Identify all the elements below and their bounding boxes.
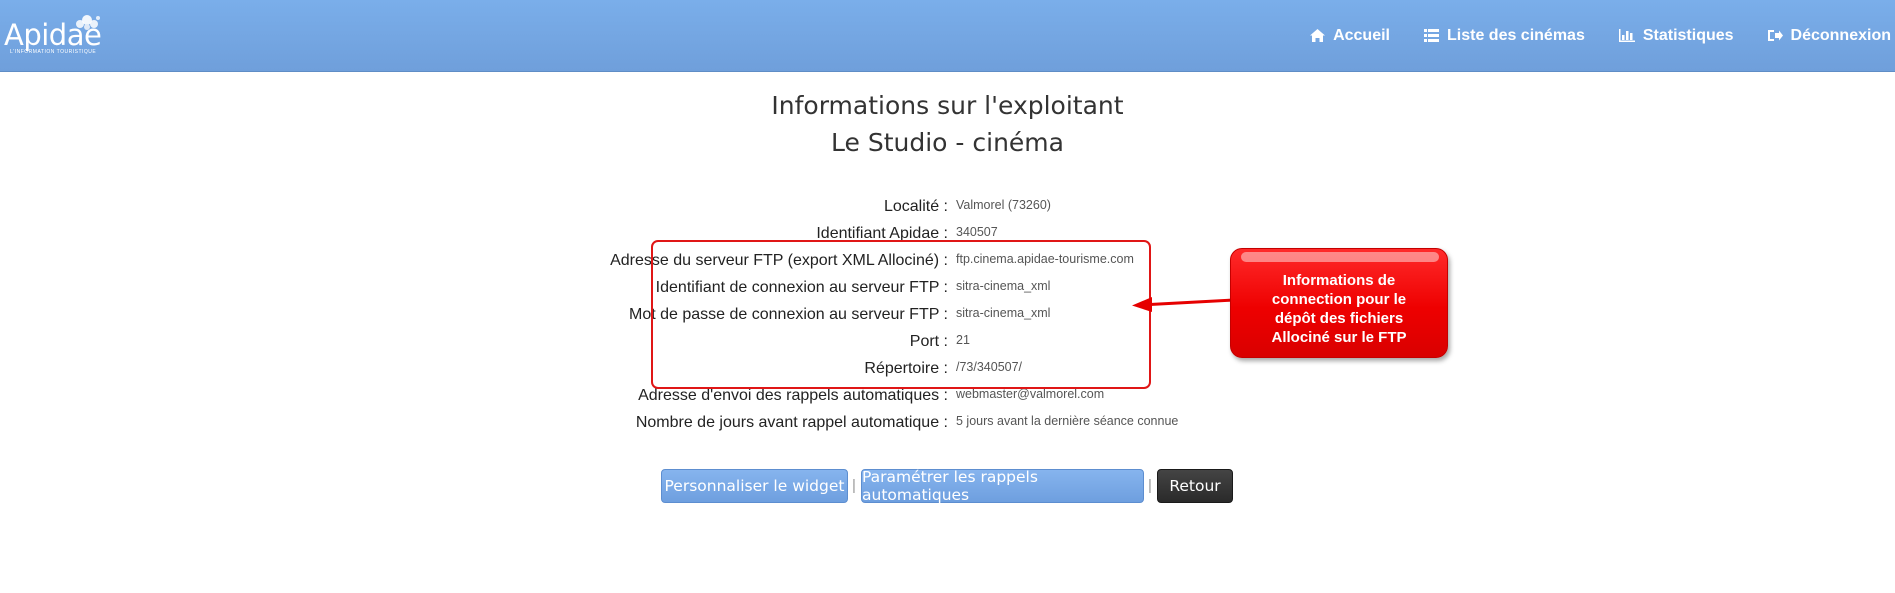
apidae-logo[interactable]: Apidae L'INFORMATION TOURISTIQUE [4,12,104,56]
customize-widget-button[interactable]: Personnaliser le widget [661,469,848,503]
button-separator: | [852,477,856,494]
logo-subtitle: L'INFORMATION TOURISTIQUE [10,49,97,55]
top-navbar: Apidae L'INFORMATION TOURISTIQUE Accueil [0,0,1895,72]
sign-out-icon [1767,30,1783,41]
nav-item-statistiques[interactable]: Statistiques [1618,26,1734,45]
info-label: Adresse d'envoi des rappels automatiques… [638,387,948,404]
info-value: webmaster@valmorel.com [956,387,1105,401]
page-title: Informations sur l'exploitant [771,91,1124,120]
info-label: Localité : [883,198,948,215]
callout-gloss [1241,252,1439,262]
info-value: 340507 [956,225,998,239]
nav-item-accueil[interactable]: Accueil [1310,27,1390,45]
page-subtitle: Le Studio - cinéma [831,128,1064,157]
list-icon [1424,29,1439,42]
home-icon [1310,29,1326,42]
flower-icon [76,15,100,30]
button-separator: | [1148,477,1152,494]
main-nav: Accueil Liste des cinémas Statistiques D… [1276,0,1891,71]
info-row-reminder-email: Adresse d'envoi des rappels automatiques… [0,387,1895,407]
info-label: Nombre de jours avant rappel automatique… [635,414,948,431]
info-row-reminder-days: Nombre de jours avant rappel automatique… [0,414,1895,434]
nav-item-label: Accueil [1333,26,1390,44]
nav-item-label: Déconnexion [1790,26,1891,44]
annotation-callout: Informations de connection pour le dépôt… [1230,248,1448,358]
bar-chart-icon [1618,29,1635,42]
info-value: Valmorel (73260) [956,198,1051,212]
back-button[interactable]: Retour [1157,469,1233,503]
nav-item-label: Liste des cinémas [1447,26,1585,44]
info-row-localite: Localité : Valmorel (73260) [0,198,1895,218]
nav-item-label: Statistiques [1642,26,1734,44]
info-value: 5 jours avant la dernière séance connue [956,414,1179,428]
nav-item-liste-cinemas[interactable]: Liste des cinémas [1424,27,1585,45]
annotation-text: Informations de connection pour le dépôt… [1271,272,1407,346]
annotation-arrow [1132,297,1235,312]
nav-item-deconnexion[interactable]: Déconnexion [1767,26,1891,45]
ftp-highlight-box [651,240,1151,389]
configure-reminders-button[interactable]: Paramétrer les rappels automatiques [861,468,1144,504]
